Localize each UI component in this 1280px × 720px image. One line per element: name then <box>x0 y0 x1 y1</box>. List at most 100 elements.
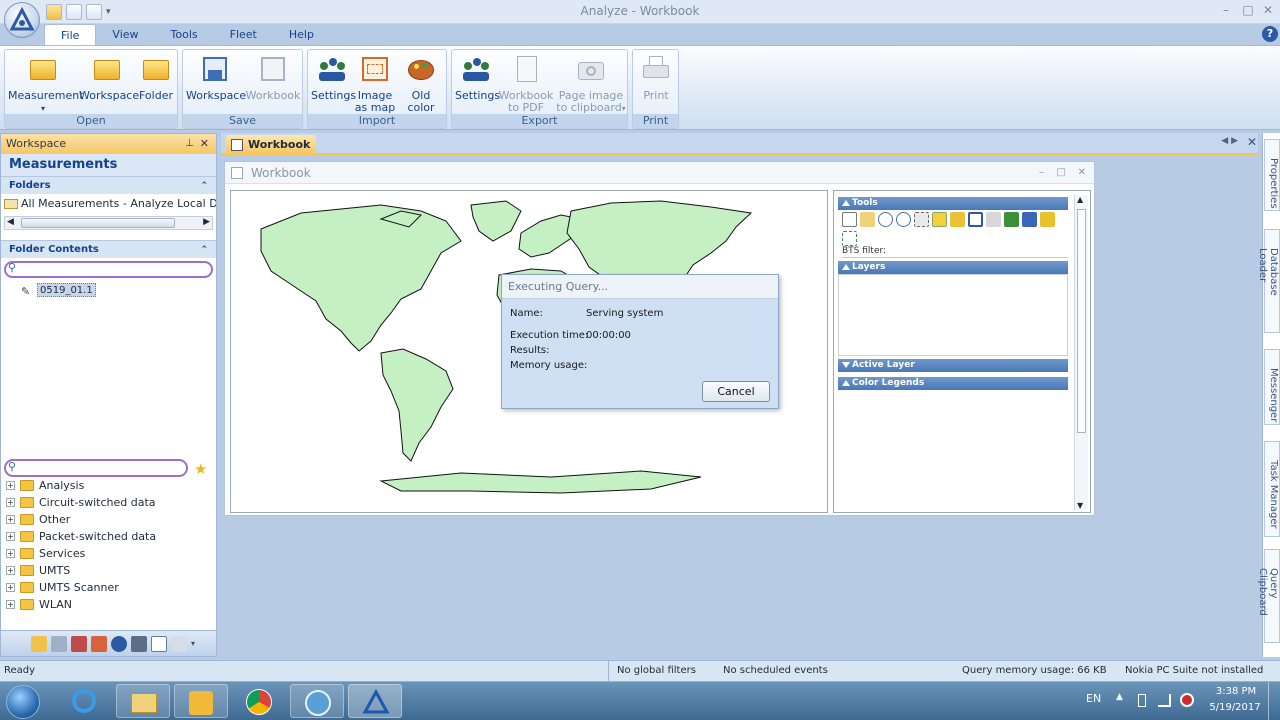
taskbar-internet-explorer[interactable] <box>58 684 112 718</box>
side-tab-messenger[interactable]: Messenger <box>1264 349 1280 425</box>
chevron-down-icon[interactable]: ▾ <box>106 7 111 17</box>
scroll-right-icon[interactable]: ▶ <box>203 217 210 227</box>
expand-icon[interactable]: + <box>6 600 15 609</box>
globe-icon[interactable] <box>111 635 127 652</box>
measurement-icon[interactable] <box>31 635 47 652</box>
tool-icon[interactable] <box>91 635 107 652</box>
side-tab-task-manager[interactable]: Task Manager <box>1264 441 1280 537</box>
star-icon[interactable]: ★ <box>194 460 207 478</box>
new-icon[interactable] <box>86 4 102 20</box>
contents-search-input[interactable]: ⚲ <box>4 261 213 278</box>
copy-icon[interactable] <box>171 635 187 652</box>
open-workspace-button[interactable]: Workspace <box>79 54 139 102</box>
maximize-button[interactable]: □ <box>1238 3 1258 19</box>
expand-icon[interactable]: + <box>6 532 15 541</box>
minimize-icon[interactable]: – <box>1039 162 1044 184</box>
scroll-down-icon[interactable]: ▼ <box>1077 501 1083 510</box>
help-icon[interactable]: ? <box>1262 26 1278 42</box>
start-button[interactable] <box>6 685 40 719</box>
image-as-map-button[interactable]: Image as map <box>354 54 396 114</box>
scroll-tabs-icon[interactable]: ◀ ▶ <box>1221 136 1238 146</box>
layers-section-header[interactable]: Layers <box>838 261 1068 274</box>
tree-item-wlan[interactable]: + WLAN <box>1 596 216 613</box>
clock-date[interactable]: 5/19/2017 <box>1208 702 1262 713</box>
page-image-to-clipboard-button[interactable]: Page image to clipboard▾ <box>555 54 627 115</box>
scroll-thumb[interactable] <box>21 218 175 228</box>
close-document-icon[interactable]: ✕ <box>1247 135 1257 149</box>
tree-item-other[interactable]: + Other <box>1 511 216 528</box>
tab-tools[interactable]: Tools <box>155 24 214 46</box>
side-tab-query-clipboard[interactable]: Query Clipboard <box>1257 549 1280 643</box>
table-icon[interactable] <box>71 635 87 652</box>
crop-icon[interactable] <box>842 230 857 246</box>
triangle-icon[interactable] <box>968 212 983 227</box>
print-icon[interactable] <box>66 4 82 20</box>
expand-icon[interactable]: + <box>6 498 15 507</box>
close-icon[interactable]: ✕ <box>1078 162 1086 184</box>
workbook-to-pdf-button[interactable]: Workbook to PDF <box>498 54 554 114</box>
clock-time[interactable]: 3:38 PM <box>1214 686 1258 697</box>
zoom-in-icon[interactable] <box>878 212 893 227</box>
tree-search-input[interactable]: ⚲ <box>4 459 188 477</box>
taskbar-outlook[interactable] <box>174 684 228 718</box>
expand-icon[interactable]: + <box>6 549 15 558</box>
tree-item-analysis[interactable]: + Analysis <box>1 477 216 494</box>
open-folder-icon[interactable] <box>46 4 62 20</box>
properties-scrollbar[interactable]: ▲ ▼ <box>1074 195 1088 510</box>
layers-list[interactable] <box>838 274 1068 356</box>
pan-icon[interactable] <box>860 212 875 227</box>
tab-help[interactable]: Help <box>273 24 330 46</box>
open-folder-button[interactable]: Folder <box>137 54 175 102</box>
maximize-icon[interactable]: □ <box>1057 162 1066 184</box>
expand-icon[interactable]: + <box>6 583 15 592</box>
collapse-icon[interactable]: ⌃ <box>200 241 208 259</box>
tab-fleet[interactable]: Fleet <box>214 24 273 46</box>
folder-root-item[interactable]: All Measurements - Analyze Local Datal <box>1 194 216 214</box>
measurement-button[interactable]: Measurement ▾ <box>8 54 84 115</box>
tree-item-circuit-switched[interactable]: + Circuit-switched data <box>1 494 216 511</box>
properties-icon[interactable] <box>1022 212 1037 227</box>
expand-icon[interactable]: + <box>6 515 15 524</box>
tree-item-packet-switched[interactable]: + Packet-switched data <box>1 528 216 545</box>
expand-icon[interactable]: + <box>6 566 15 575</box>
network-icon[interactable] <box>51 635 67 652</box>
cancel-button[interactable]: Cancel <box>702 381 770 402</box>
close-icon[interactable]: ✕ <box>200 134 209 154</box>
show-hidden-icons-icon[interactable]: ▲ <box>1116 692 1123 702</box>
tree-item-umts-scanner[interactable]: + UMTS Scanner <box>1 579 216 596</box>
tree-item-services[interactable]: + Services <box>1 545 216 562</box>
minimize-button[interactable]: – <box>1216 3 1236 19</box>
active-layer-section-header[interactable]: Active Layer <box>838 359 1068 372</box>
pencil-icon[interactable] <box>986 212 1001 227</box>
close-button[interactable]: ✕ <box>1258 3 1278 19</box>
scroll-thumb[interactable] <box>1077 209 1086 433</box>
tab-workbook[interactable]: Workbook <box>226 135 316 155</box>
volume-muted-icon[interactable] <box>1180 693 1194 707</box>
language-indicator[interactable]: EN <box>1086 692 1101 705</box>
signal-icon[interactable] <box>1158 694 1171 707</box>
save-workspace-button[interactable]: Workspace <box>186 54 246 102</box>
taskbar-analyze[interactable] <box>348 684 402 718</box>
app-menu-button[interactable] <box>4 2 40 38</box>
zoom-out-icon[interactable] <box>896 212 911 227</box>
pin-icon[interactable]: ⊥ <box>185 134 194 154</box>
side-tab-properties[interactable]: Properties <box>1264 139 1280 211</box>
side-tab-database-loader[interactable]: Database Loader <box>1257 229 1280 333</box>
scroll-up-icon[interactable]: ▲ <box>1077 195 1083 204</box>
taskbar-chrome[interactable] <box>232 684 286 718</box>
scroll-left-icon[interactable]: ◀ <box>7 217 14 227</box>
tree-item-umts[interactable]: + UMTS <box>1 562 216 579</box>
ruler-icon[interactable] <box>950 212 965 227</box>
folders-scrollbar[interactable]: ◀ ▶ <box>4 216 213 230</box>
select-area-icon[interactable] <box>932 212 947 227</box>
battery-icon[interactable] <box>1138 694 1146 707</box>
chevron-down-icon[interactable]: ▾ <box>191 639 195 648</box>
export-settings-button[interactable]: Settings <box>455 54 500 102</box>
expand-icon[interactable]: + <box>6 481 15 490</box>
folder-contents-section-header[interactable]: Folder Contents ⌃ <box>1 240 216 258</box>
print-button[interactable]: Print <box>636 54 676 102</box>
show-desktop-button[interactable] <box>1268 682 1280 720</box>
tools-section-header[interactable]: Tools <box>838 197 1068 210</box>
pointer-icon[interactable] <box>842 212 857 227</box>
color-legends-section-header[interactable]: Color Legends <box>838 377 1068 390</box>
